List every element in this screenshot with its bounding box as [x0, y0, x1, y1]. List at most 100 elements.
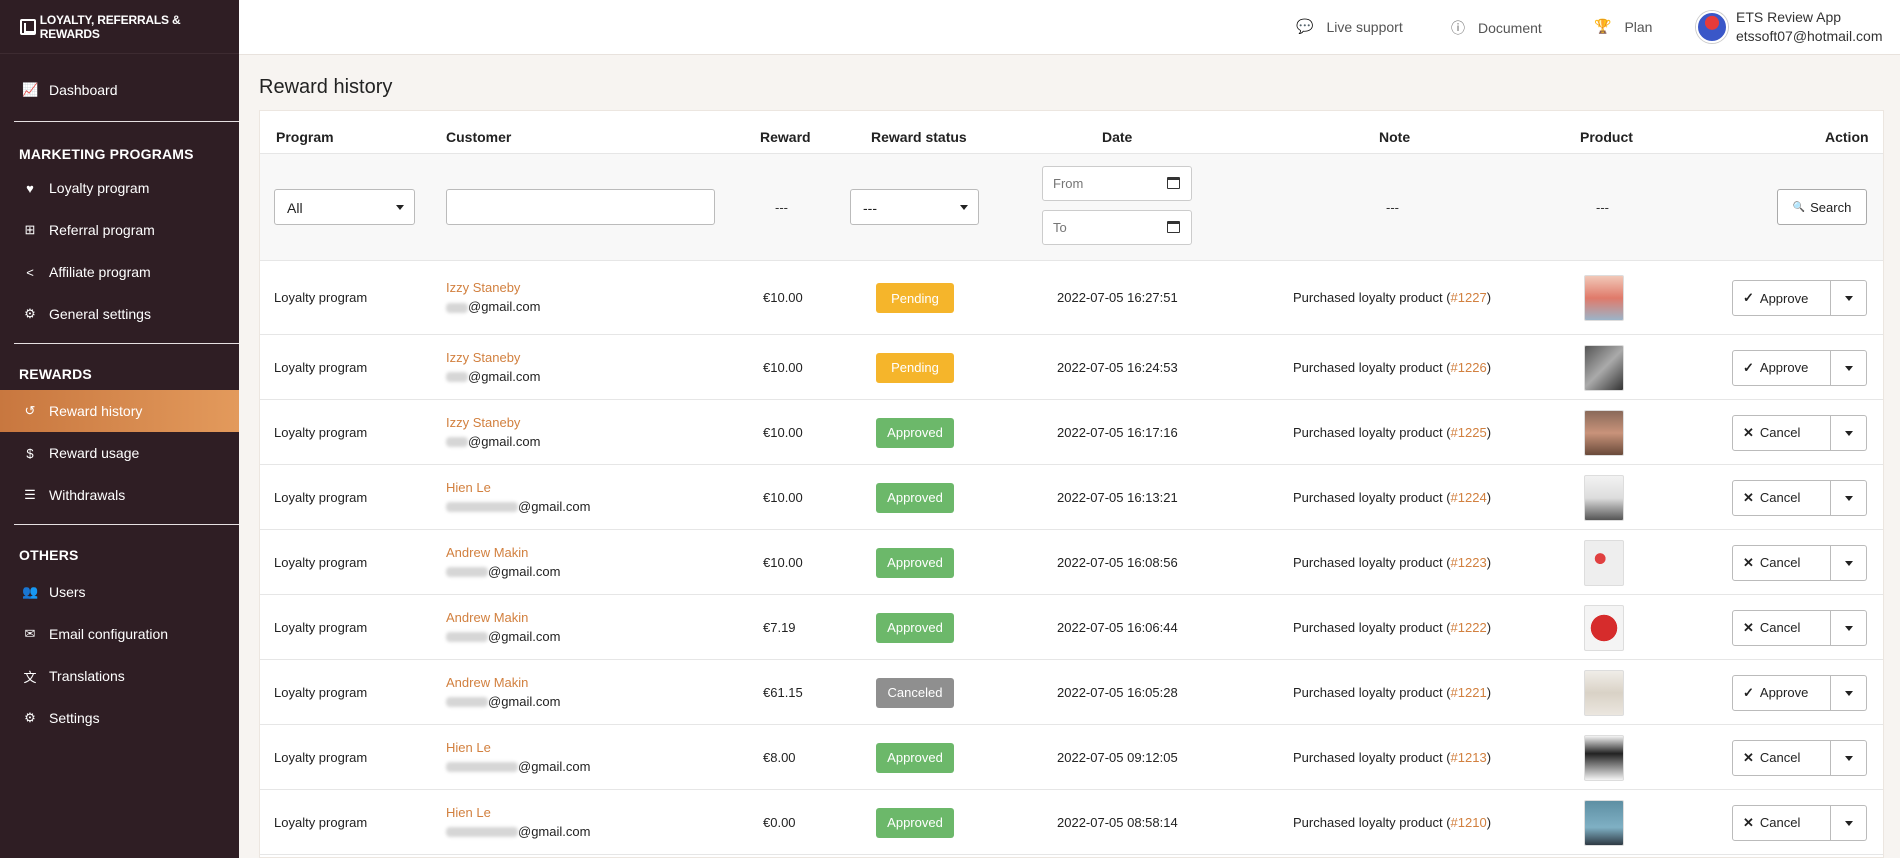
- cancel-button[interactable]: ✕ Cancel: [1732, 414, 1831, 451]
- action-dropdown-toggle[interactable]: [1831, 609, 1867, 646]
- sidebar-item-reward-history[interactable]: ↺ Reward history: [0, 390, 239, 432]
- order-link[interactable]: #1227: [1451, 290, 1487, 305]
- note-text: Purchased loyalty product (: [1293, 749, 1451, 765]
- sidebar-item-email-configuration[interactable]: ✉ Email configuration: [0, 613, 239, 655]
- document-link[interactable]: ⓘ Document: [1451, 18, 1542, 38]
- action-dropdown-toggle[interactable]: [1831, 479, 1867, 516]
- date-cell: 2022-07-05 16:05:28: [1057, 684, 1178, 700]
- action-dropdown-toggle[interactable]: [1831, 674, 1867, 711]
- product-thumbnail[interactable]: [1584, 669, 1624, 716]
- search-button[interactable]: 🔍 Search: [1777, 189, 1867, 225]
- sidebar-item-settings[interactable]: ⚙ Settings: [0, 697, 239, 739]
- order-link[interactable]: #1224: [1451, 490, 1487, 505]
- customer-name-link[interactable]: Izzy Staneby: [446, 415, 540, 430]
- program-cell: Loyalty program: [274, 489, 368, 505]
- order-link[interactable]: #1225: [1451, 425, 1487, 440]
- product-thumbnail[interactable]: [1584, 799, 1624, 846]
- note-cell: Purchased loyalty product (#1225): [1293, 425, 1491, 440]
- email-domain: @gmail.com: [488, 693, 561, 709]
- sidebar-item-affiliate-program[interactable]: < Affiliate program: [0, 251, 239, 293]
- reward-cell: €0.00: [763, 814, 796, 830]
- customer-email: @gmail.com: [446, 759, 590, 774]
- customer-search-input[interactable]: [446, 189, 715, 225]
- order-link[interactable]: #1226: [1451, 360, 1487, 375]
- customer-name-link[interactable]: Andrew Makin: [446, 675, 560, 690]
- calendar-icon[interactable]: [1167, 221, 1180, 233]
- action-dropdown-toggle[interactable]: [1831, 414, 1867, 451]
- sidebar-item-label: Reward history: [49, 403, 143, 419]
- email-domain: @gmail.com: [518, 823, 591, 839]
- order-link[interactable]: #1210: [1451, 815, 1487, 830]
- cancel-button[interactable]: ✕ Cancel: [1732, 479, 1831, 516]
- status-badge: Pending: [876, 283, 954, 313]
- table-row: Loyalty program Izzy Staneby @gmail.com €10…: [260, 261, 1883, 335]
- sidebar-item-translations[interactable]: 文 Translations: [0, 655, 239, 697]
- customer-cell: Andrew Makin @gmail.com: [446, 545, 560, 579]
- action-dropdown-toggle[interactable]: [1831, 544, 1867, 581]
- gears-icon: ⚙: [24, 306, 36, 321]
- redacted-email: [446, 697, 488, 708]
- cancel-button[interactable]: ✕ Cancel: [1732, 739, 1831, 776]
- customer-name-link[interactable]: Hien Le: [446, 805, 590, 820]
- sidebar-item-general-settings[interactable]: ⚙ General settings: [0, 293, 239, 335]
- customer-email: @gmail.com: [446, 434, 540, 449]
- product-thumbnail[interactable]: [1584, 539, 1624, 586]
- product-thumbnail[interactable]: [1584, 344, 1624, 391]
- cancel-button[interactable]: ✕ Cancel: [1732, 544, 1831, 581]
- approve-button[interactable]: ✓ Approve: [1732, 674, 1831, 711]
- order-link[interactable]: #1221: [1451, 685, 1487, 700]
- sidebar-item-label: General settings: [49, 306, 151, 322]
- plan-link[interactable]: 🏆 Plan: [1594, 18, 1652, 35]
- product-thumbnail[interactable]: [1584, 275, 1624, 321]
- action-dropdown-toggle[interactable]: [1831, 739, 1867, 776]
- status-filter-select[interactable]: ---: [850, 189, 979, 225]
- user-menu[interactable]: ETS Review App etssoft07@hotmail.com: [1696, 8, 1883, 46]
- redacted-email: [446, 827, 518, 838]
- customer-name-link[interactable]: Andrew Makin: [446, 610, 560, 625]
- sidebar-item-loyalty-program[interactable]: ♥ Loyalty program: [0, 167, 239, 209]
- app-logo[interactable]: LOYALTY, REFERRALS & REWARDS: [0, 0, 239, 54]
- approve-button[interactable]: ✓ Approve: [1732, 349, 1831, 386]
- customer-name-link[interactable]: Izzy Staneby: [446, 350, 540, 365]
- action-dropdown-toggle[interactable]: [1831, 804, 1867, 841]
- sidebar-item-reward-usage[interactable]: $ Reward usage: [0, 432, 239, 474]
- sidebar-item-label: Withdrawals: [49, 487, 126, 503]
- sidebar-item-dashboard[interactable]: 📈 Dashboard: [0, 69, 239, 111]
- sidebar-item-withdrawals[interactable]: ☰ Withdrawals: [0, 474, 239, 516]
- customer-name-link[interactable]: Hien Le: [446, 740, 590, 755]
- close-icon: ✕: [1743, 554, 1754, 570]
- program-filter-select[interactable]: All: [274, 189, 415, 225]
- note-text: Purchased loyalty product (: [1293, 814, 1451, 830]
- sidebar-item-label: Dashboard: [49, 82, 118, 98]
- note-text: Purchased loyalty product (: [1293, 424, 1451, 440]
- cancel-button[interactable]: ✕ Cancel: [1732, 804, 1831, 841]
- sidebar-item-referral-program[interactable]: ⊞ Referral program: [0, 209, 239, 251]
- column-header-date: Date: [1102, 129, 1133, 145]
- live-support-link[interactable]: 💬 Live support: [1296, 18, 1403, 35]
- approve-button[interactable]: ✓ Approve: [1732, 280, 1831, 316]
- product-thumbnail[interactable]: [1584, 474, 1624, 521]
- product-thumbnail[interactable]: [1584, 409, 1624, 456]
- product-thumbnail[interactable]: [1584, 604, 1624, 651]
- product-thumbnail[interactable]: [1584, 734, 1624, 781]
- sidebar-item-label: Affiliate program: [49, 264, 151, 280]
- order-link[interactable]: #1223: [1451, 555, 1487, 570]
- action-label: Cancel: [1759, 425, 1801, 440]
- redacted-email: [446, 762, 518, 773]
- order-link[interactable]: #1213: [1451, 750, 1487, 765]
- order-link[interactable]: #1222: [1451, 620, 1487, 635]
- sidebar-item-label: Settings: [49, 710, 100, 726]
- note-cell: Purchased loyalty product (#1227): [1293, 290, 1491, 305]
- cancel-button[interactable]: ✕ Cancel: [1732, 609, 1831, 646]
- customer-cell: Hien Le @gmail.com: [446, 805, 590, 839]
- sidebar-item-label: Users: [49, 584, 86, 600]
- sidebar-item-users[interactable]: 👥 Users: [0, 571, 239, 613]
- action-dropdown-toggle[interactable]: [1831, 349, 1867, 386]
- customer-name-link[interactable]: Hien Le: [446, 480, 590, 495]
- action-dropdown-toggle[interactable]: [1831, 280, 1867, 316]
- customer-name-link[interactable]: Andrew Makin: [446, 545, 560, 560]
- program-filter-value: All: [287, 200, 303, 216]
- user-email: etssoft07@hotmail.com: [1736, 28, 1883, 44]
- customer-name-link[interactable]: Izzy Staneby: [446, 280, 540, 295]
- calendar-icon[interactable]: [1167, 177, 1180, 189]
